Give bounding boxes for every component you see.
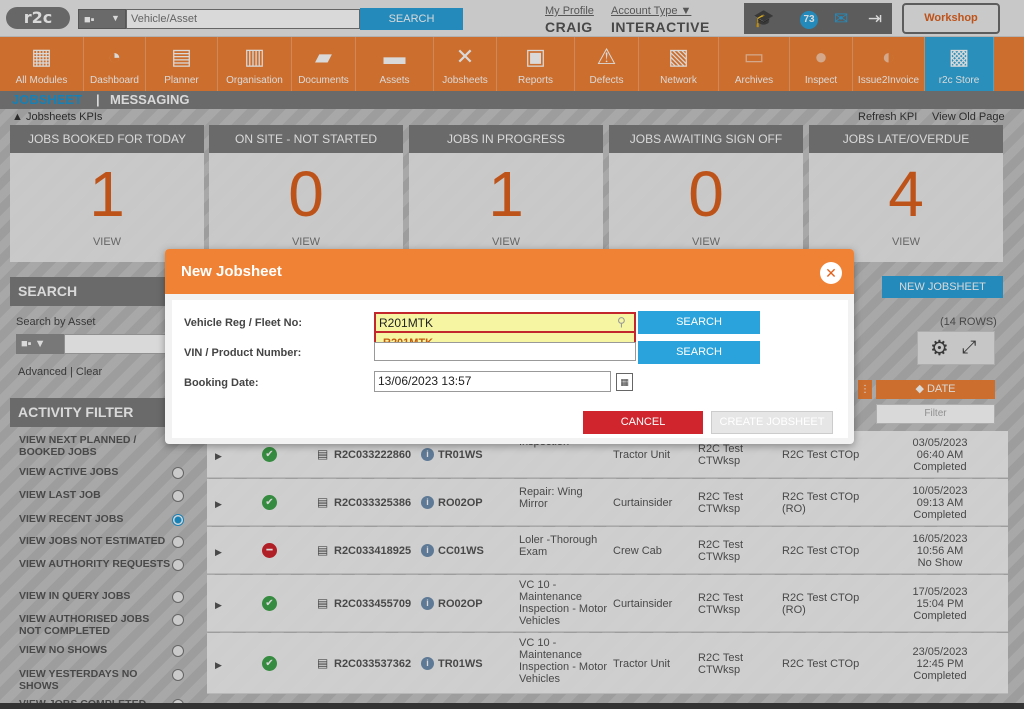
- reg-fleet-input[interactable]: R201MTK: [374, 312, 636, 333]
- search-icon: ⚲: [617, 315, 626, 329]
- booking-date-input[interactable]: 13/06/2023 13:57: [374, 371, 611, 392]
- modal-title: New Jobsheet: [181, 263, 282, 280]
- reg-label: Vehicle Reg / Fleet No:: [184, 317, 302, 329]
- calendar-icon[interactable]: ▦: [616, 373, 633, 391]
- create-jobsheet-button[interactable]: CREATE JOBSHEET: [711, 411, 833, 434]
- booking-date-label: Booking Date:: [184, 377, 259, 389]
- vin-label: VIN / Product Number:: [184, 347, 302, 359]
- footer-strip: [0, 703, 1024, 709]
- close-icon[interactable]: ✕: [820, 262, 842, 284]
- cancel-button[interactable]: CANCEL: [583, 411, 703, 434]
- vin-search-button[interactable]: SEARCH: [638, 341, 760, 364]
- reg-search-button[interactable]: SEARCH: [638, 311, 760, 334]
- vin-input[interactable]: [374, 342, 636, 361]
